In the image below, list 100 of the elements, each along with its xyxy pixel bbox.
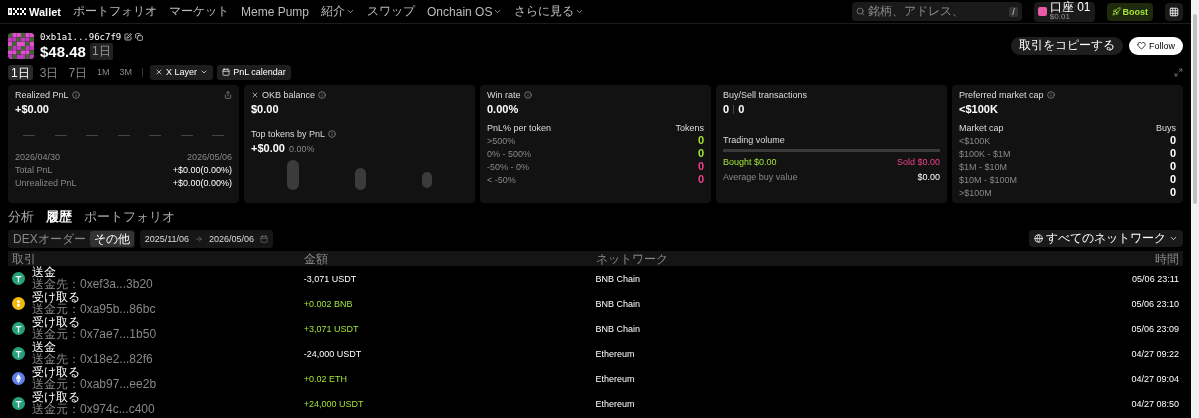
nav-link[interactable]: スワップ	[367, 3, 416, 20]
chart-dash	[212, 135, 224, 136]
count-value: 0	[1169, 174, 1176, 185]
nav-link[interactable]: ポートフォリオ	[73, 3, 157, 20]
network-cell-text: BNB Chain	[595, 273, 642, 284]
search-field[interactable]: 銘柄、アドレス、 /	[851, 2, 1022, 21]
section-tab[interactable]: 分析	[8, 208, 34, 226]
transaction-type: 受け取る	[32, 316, 81, 328]
follow-button[interactable]: Follow	[1129, 36, 1183, 55]
chevron-icon	[1169, 234, 1178, 243]
chevron-icon	[493, 7, 503, 16]
range-label: < -50%	[487, 174, 516, 185]
calendar-button[interactable]: PnL calendar	[217, 64, 291, 80]
timeframe-tab[interactable]: 3日	[36, 64, 62, 80]
copy-trade-button[interactable]: 取引をコピーする	[1011, 36, 1123, 55]
wallet-balance: $48.48	[40, 42, 86, 60]
timeframe-tab[interactable]: 1M	[94, 64, 113, 80]
share-icon[interactable]	[224, 91, 232, 99]
column-header: 時間	[1154, 251, 1179, 268]
apps-button[interactable]	[1165, 2, 1183, 21]
network-cell-text: Ethereum	[595, 373, 636, 384]
order-filter[interactable]: DEXオーダー	[9, 230, 90, 247]
network-filter[interactable]: すべてのネットワーク	[1029, 230, 1183, 247]
logo-text: Wallet	[29, 5, 61, 18]
card-title: Buy/Sell transactions	[723, 90, 809, 100]
chart-dash	[149, 135, 161, 136]
account-name: 口座 01	[1049, 2, 1091, 13]
card-value: 0.00%	[487, 103, 520, 115]
coin-icon	[12, 322, 25, 335]
chart-dash	[117, 135, 130, 136]
time-cell-text: 04/27 09:22	[1130, 348, 1179, 359]
nav-link[interactable]: Onchain OS	[427, 4, 503, 19]
card-title: OKB balance	[262, 90, 316, 100]
transaction-type: 受け取る	[32, 291, 81, 303]
calendar-icon	[222, 68, 231, 76]
account-icon	[1037, 7, 1047, 16]
nav-link[interactable]: さらに見る	[514, 3, 585, 20]
edit-icon[interactable]	[124, 32, 133, 41]
time-cell-text: 05/06 23:10	[1130, 298, 1179, 309]
time-cell-text: 04/27 08:50	[1130, 398, 1179, 409]
range-label: $100K - $1M	[959, 148, 1011, 159]
chevron-icon	[575, 7, 585, 16]
nav-link[interactable]: Meme Pump	[241, 4, 310, 19]
end-date: 2026/05/06	[209, 233, 255, 244]
chart-dash	[23, 135, 35, 136]
grid-icon	[1169, 6, 1179, 17]
expand-icon[interactable]	[1174, 67, 1183, 77]
chart-dash	[54, 135, 67, 136]
timeframe-tab[interactable]: 3M	[116, 64, 136, 80]
timeframe-tab[interactable]: 7日	[65, 64, 91, 80]
chain-filter[interactable]: X Layer	[150, 64, 214, 80]
chart-dash	[86, 135, 98, 136]
range-label: $10M - $100M	[959, 174, 1018, 185]
arrow-icon	[195, 234, 204, 243]
section-tab[interactable]: 履歴	[46, 208, 72, 226]
transaction-type: 受け取る	[32, 366, 81, 378]
sell-count: 0	[738, 103, 745, 115]
card-subtitle: Top tokens by PnL	[251, 129, 326, 139]
counterparty-address: 送金先：0x18e2...82f6	[32, 353, 153, 366]
info-icon	[523, 91, 532, 99]
wallet-address: 0xb1a1...96c7f9	[40, 31, 122, 42]
logo-icon	[8, 8, 26, 15]
network-cell-text: BNB Chain	[595, 323, 642, 334]
count-value: 0	[1169, 135, 1176, 146]
card-title: Realized PnL	[15, 90, 69, 100]
amount-cell-text: -24,000 USDT	[303, 348, 363, 359]
count-value: 0	[697, 161, 704, 172]
column-label: Market cap	[959, 123, 1004, 133]
copy-icon[interactable]	[135, 32, 144, 41]
stat-value: +$0.00(0.00%)	[172, 165, 232, 175]
info-icon	[318, 91, 327, 99]
timeframe-tab[interactable]: 1日	[8, 64, 33, 80]
count-value: 0	[697, 174, 704, 185]
rocket-icon	[1111, 7, 1121, 16]
card-title: Preferred market cap	[959, 90, 1044, 100]
counterparty-address: 送金元：0xab97...ee2b	[32, 378, 157, 391]
stat-label: Total PnL	[15, 165, 53, 175]
time-cell-text: 04/27 09:04	[1130, 373, 1179, 384]
boost-button[interactable]: Boost	[1106, 2, 1153, 21]
column-label: Buys	[1156, 123, 1176, 133]
stat-value: $0.00	[917, 172, 940, 182]
account-switcher[interactable]: 口座 01 $0.01	[1033, 1, 1095, 22]
card-value: $0.00	[251, 103, 280, 115]
search-icon	[855, 7, 865, 16]
avatar	[8, 32, 34, 59]
transaction-type: 受け取る	[32, 391, 81, 403]
close-icon[interactable]	[251, 91, 259, 99]
section-tab[interactable]: ポートフォリオ	[84, 208, 175, 226]
date-range-field[interactable]: 2025/11/06 2026/05/06	[139, 229, 274, 248]
network-cell-text: Ethereum	[595, 348, 636, 359]
nav-link[interactable]: 紹介	[321, 3, 356, 20]
counterparty-address: 送金元：0x7ae7...1b50	[32, 328, 157, 341]
info-icon	[71, 91, 80, 99]
nav-link[interactable]: マーケット	[169, 3, 229, 20]
chevron-icon	[346, 7, 356, 16]
transaction-type: 送金	[32, 341, 56, 353]
chevron-icon	[200, 68, 209, 76]
start-date: 2025/11/06	[144, 233, 190, 244]
order-filter[interactable]: その他	[89, 230, 134, 247]
column-header: 金額	[303, 251, 329, 268]
